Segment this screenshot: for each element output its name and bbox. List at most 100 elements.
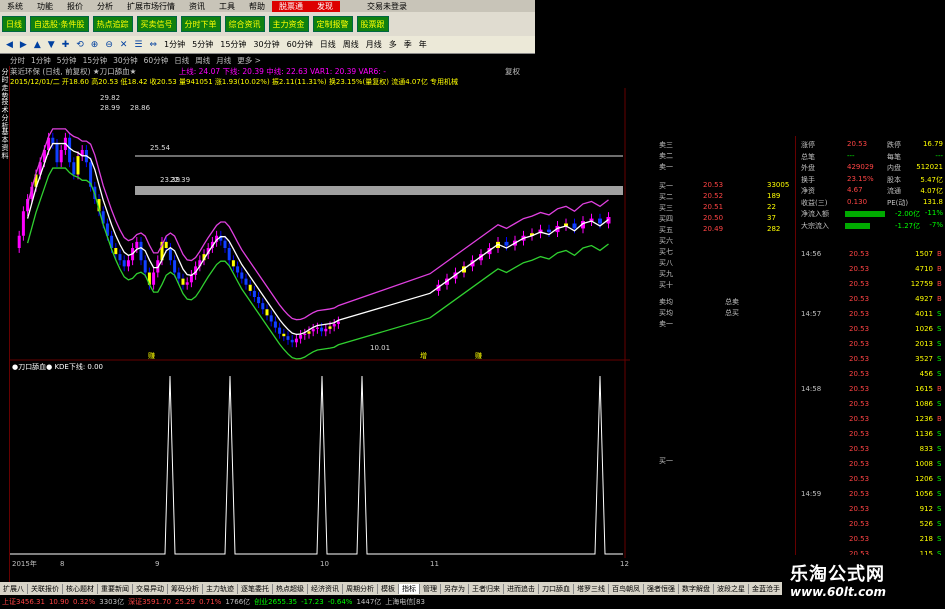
indicator-tab[interactable]: 王者归来 — [469, 583, 504, 594]
toolbar-icon[interactable]: ▼ — [46, 40, 57, 50]
period-tab[interactable]: 月线 — [216, 55, 231, 66]
indicator-tab[interactable]: 强者恒强 — [644, 583, 679, 594]
menu-trade-status[interactable]: 交易未登录 — [360, 1, 414, 12]
toolbar-icon[interactable]: ⇔ — [148, 40, 160, 50]
toolbar-period-button[interactable]: 30分钟 — [251, 39, 281, 50]
hot-button[interactable]: 自选股·条件股 — [30, 16, 89, 32]
toolbar-icon[interactable]: ✕ — [118, 40, 130, 50]
toolbar-icon[interactable]: ▲ — [32, 40, 43, 50]
indicator-tab[interactable]: 核心题材 — [63, 583, 98, 594]
toolbar-icon[interactable]: ☰ — [132, 40, 144, 50]
toolbar-icon[interactable]: ✚ — [60, 40, 72, 50]
period-tab[interactable]: 周线 — [195, 55, 210, 66]
toolbar-period-button[interactable]: 1分钟 — [162, 39, 187, 50]
tick-side: S — [937, 490, 942, 498]
orderbook-sell-row: 卖一 — [655, 162, 795, 173]
fuquan-label[interactable]: 复权 — [505, 66, 520, 77]
menu-item[interactable]: 功能 — [30, 1, 60, 12]
hot-button[interactable]: 热点追踪 — [92, 16, 133, 32]
toolbar-period-button[interactable]: 季 — [402, 39, 414, 50]
indicator-tab[interactable]: 重要新闻 — [98, 583, 133, 594]
time-label: 10 — [320, 560, 329, 568]
indicator-tab[interactable]: 指标 — [399, 583, 420, 594]
indicator-tab[interactable]: 塔罗三线 — [574, 583, 609, 594]
menu-item[interactable]: 资讯 — [182, 1, 212, 12]
price-annotation: 10.01 — [370, 344, 390, 352]
tick-price: 20.53 — [849, 490, 870, 498]
toolbar-period-button[interactable]: 多 — [387, 39, 399, 50]
tick-row: 20.53 2013 S — [797, 340, 945, 351]
indicator-tab[interactable]: 数字解盘 — [679, 583, 714, 594]
hot-button[interactable]: 主力资金 — [268, 16, 309, 32]
toolbar-period-button[interactable]: 日线 — [318, 39, 338, 50]
toolbar-icon[interactable]: ▶ — [18, 40, 29, 50]
tick-price: 20.53 — [849, 250, 870, 258]
left-tab[interactable]: 技 术 分 析 — [0, 98, 10, 130]
indicator-tab[interactable]: 刀口舔血 — [539, 583, 574, 594]
hot-button[interactable]: 股票跟 — [356, 16, 389, 32]
toolbar-icon[interactable]: ⟲ — [74, 40, 86, 50]
toolbar-icon[interactable]: ⊕ — [89, 40, 101, 50]
toolbar-period-button[interactable]: 60分钟 — [285, 39, 315, 50]
period-tab[interactable]: 30分钟 — [113, 55, 138, 66]
tick-side: B — [937, 415, 942, 423]
tick-volume: 456 — [919, 370, 933, 378]
menu-item[interactable]: 报价 — [60, 1, 90, 12]
indicator-tab[interactable]: 交易异动 — [133, 583, 168, 594]
tick-price: 20.53 — [849, 370, 870, 378]
tick-price: 20.53 — [849, 280, 870, 288]
period-tab[interactable]: 分时 — [10, 55, 25, 66]
indicator-tab[interactable]: 管理 — [420, 583, 441, 594]
candle-body — [72, 162, 76, 175]
hot-button[interactable]: 定制报警 — [312, 16, 353, 32]
toolbar-period-button[interactable]: 年 — [417, 39, 429, 50]
flow-bar — [845, 211, 885, 217]
period-tab[interactable]: 60分钟 — [144, 55, 169, 66]
period-tab[interactable]: 15分钟 — [83, 55, 108, 66]
indicator-tab[interactable]: 经济资讯 — [308, 583, 343, 594]
hot-button[interactable]: 分时下单 — [180, 16, 221, 32]
orderbook-buy-row: 买八 — [655, 258, 795, 269]
hot-button[interactable]: 综合资讯 — [224, 16, 265, 32]
indicator-tab[interactable]: 周期分析 — [343, 583, 378, 594]
tick-side: S — [937, 520, 942, 528]
menu-item[interactable]: 系统 — [0, 1, 30, 12]
indicator-tab[interactable]: 逐笔委托 — [238, 583, 273, 594]
indicator-tab[interactable]: 热点超级 — [273, 583, 308, 594]
orderbook-price: 20.49 — [703, 225, 724, 233]
period-tab[interactable]: 5分钟 — [57, 55, 77, 66]
menu-item-highlight[interactable]: 脱票通 — [272, 0, 310, 12]
menu-item[interactable]: 工具 — [212, 1, 242, 12]
menu-item[interactable]: 扩展市场行情 — [120, 1, 182, 12]
indicator-tab[interactable]: 金蓝沧手 — [749, 583, 784, 594]
indicator-tab[interactable]: 扩展八 — [0, 583, 28, 594]
toolbar-period-button[interactable]: 月线 — [364, 39, 384, 50]
left-tab[interactable]: 基 本 资 料 — [0, 128, 10, 160]
toolbar-period-button[interactable]: 5分钟 — [190, 39, 215, 50]
menu-item-highlight[interactable]: 发现 — [310, 0, 340, 12]
toolbar-icon[interactable]: ⊖ — [103, 40, 115, 50]
indicator-tab[interactable]: 主力轨迹 — [203, 583, 238, 594]
toolbar-icon[interactable]: ◀ — [4, 40, 15, 50]
indicator-tab[interactable]: 关联报价 — [28, 583, 63, 594]
indicator-tab[interactable]: 筹码分析 — [168, 583, 203, 594]
menu-item[interactable]: 分析 — [90, 1, 120, 12]
stat-row: 大宗流入 -1.27亿 -7% — [797, 221, 945, 233]
period-tab[interactable]: 1分钟 — [31, 55, 51, 66]
menu-item[interactable]: 帮助 — [242, 1, 272, 12]
hot-button[interactable]: 日线 — [2, 16, 26, 32]
kline-chart[interactable]: 26.0024.0022.0020.0018.0016.0014.0012.00… — [10, 88, 630, 570]
period-tab[interactable]: 日线 — [174, 55, 189, 66]
period-tab[interactable]: 更多 > — [237, 55, 261, 66]
indicator-tab[interactable]: 模板 — [378, 583, 399, 594]
orderbook-total: 总买 — [725, 309, 739, 317]
toolbar-period-button[interactable]: 周线 — [341, 39, 361, 50]
indicator-tab[interactable]: 另存为 — [441, 583, 469, 594]
left-tab[interactable]: 分 时 走 势 — [0, 68, 10, 100]
indicator-tab[interactable]: 波段之星 — [714, 583, 749, 594]
indicator-tab[interactable]: 百鸟朝凤 — [609, 583, 644, 594]
indicator-tab[interactable]: 进而追击 — [504, 583, 539, 594]
candle-body — [164, 241, 168, 248]
toolbar-period-button[interactable]: 15分钟 — [218, 39, 248, 50]
hot-button[interactable]: 买卖信号 — [136, 16, 177, 32]
